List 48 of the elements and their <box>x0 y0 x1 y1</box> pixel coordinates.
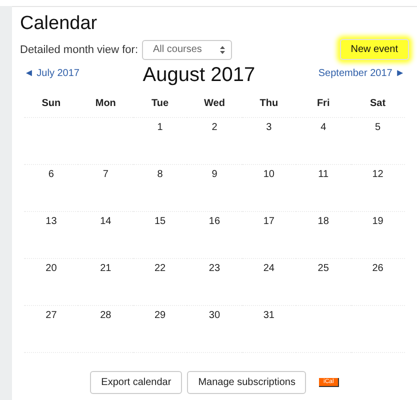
day-number[interactable]: 31 <box>263 310 274 321</box>
day-number[interactable]: 14 <box>100 216 112 227</box>
export-button[interactable]: Export calendar <box>90 371 182 394</box>
weekday-header: Sat <box>350 93 405 118</box>
new-event-button[interactable]: New event <box>340 39 409 60</box>
day-number[interactable]: 26 <box>372 263 384 274</box>
day-number[interactable]: 27 <box>46 310 57 321</box>
sort-icon <box>220 46 225 54</box>
weekday-header: Wed <box>187 93 242 118</box>
day-number[interactable]: 15 <box>154 216 166 227</box>
day-number[interactable]: 30 <box>208 310 220 321</box>
day-number[interactable]: 22 <box>154 263 166 274</box>
day-number[interactable]: 1 <box>157 122 163 133</box>
day-number[interactable]: 29 <box>154 310 166 321</box>
day-number[interactable]: 21 <box>100 263 112 274</box>
day-number[interactable]: 24 <box>263 263 274 274</box>
weekday-header: Mon <box>78 93 133 118</box>
day-number[interactable]: 4 <box>320 122 326 133</box>
day-number[interactable]: 20 <box>46 263 57 274</box>
day-number[interactable]: 7 <box>102 169 108 180</box>
subscriptions-button[interactable]: Manage subscriptions <box>187 371 306 394</box>
next-month-link[interactable]: September 2017 ► <box>318 68 405 79</box>
day-number[interactable]: 17 <box>263 216 274 227</box>
previous-month-link[interactable]: ◄ July 2017 <box>24 68 80 79</box>
day-number[interactable]: 16 <box>208 216 220 227</box>
day-number[interactable]: 18 <box>318 216 329 227</box>
day-number[interactable]: 9 <box>212 169 218 180</box>
day-number[interactable]: 6 <box>48 169 54 180</box>
day-number[interactable]: 5 <box>374 122 381 133</box>
day-number[interactable]: 19 <box>372 216 384 227</box>
day-number[interactable]: 12 <box>372 169 384 180</box>
weekday-header: Thu <box>242 93 296 118</box>
day-number[interactable]: 11 <box>318 169 329 180</box>
filter-label: Detailed month view for: <box>20 44 138 56</box>
weekday-header: Fri <box>296 93 351 118</box>
page-title: Calendar <box>20 13 98 35</box>
day-number[interactable]: 13 <box>46 216 57 227</box>
day-number[interactable]: 28 <box>100 310 112 321</box>
day-number[interactable]: 2 <box>212 122 218 133</box>
month-title: August 2017 <box>142 64 256 87</box>
course-select[interactable]: All courses <box>142 40 232 60</box>
day-number[interactable]: 25 <box>318 263 329 274</box>
day-number[interactable]: 10 <box>263 169 274 180</box>
day-number[interactable]: 3 <box>266 122 272 133</box>
weekday-header: Sun <box>24 93 78 118</box>
day-number[interactable]: 23 <box>208 263 220 274</box>
day-number[interactable]: 8 <box>157 169 163 180</box>
weekday-header: Tue <box>132 93 188 118</box>
